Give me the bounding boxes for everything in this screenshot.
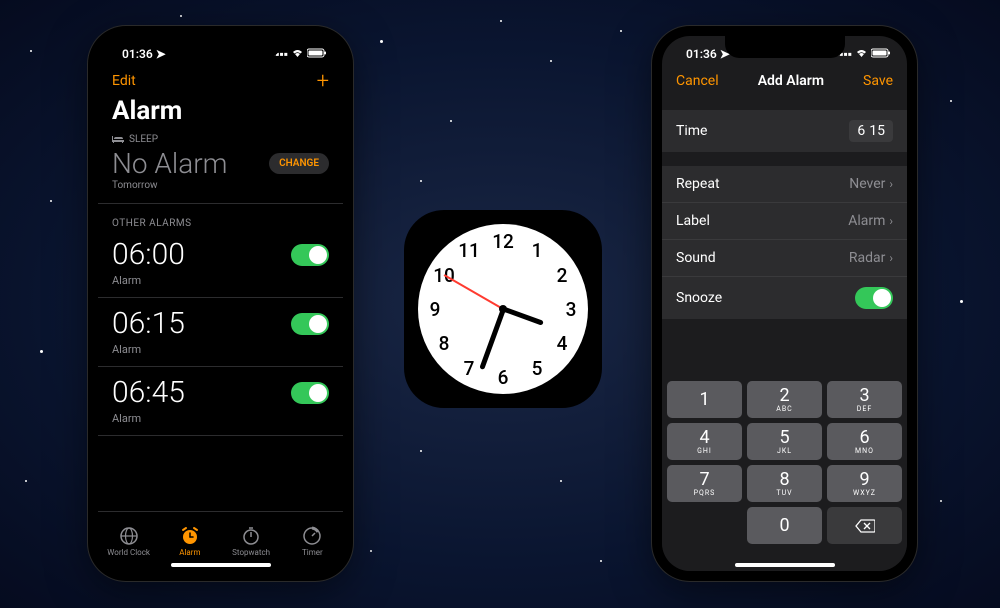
home-indicator[interactable] [735, 563, 835, 567]
nav-bar: Edit + [98, 66, 343, 96]
key-1[interactable]: 1 [667, 381, 742, 418]
key-9[interactable]: 9WXYZ [827, 465, 902, 502]
divider [98, 203, 343, 204]
key-2[interactable]: 2ABC [747, 381, 822, 418]
minute-hand [479, 308, 506, 370]
tomorrow-label: Tomorrow [98, 180, 343, 199]
modal-title: Add Alarm [758, 73, 824, 89]
alarm-item[interactable]: 06:45 Alarm [98, 371, 343, 440]
sound-row[interactable]: Sound Radar› [662, 240, 907, 277]
status-time: 01:36 [122, 47, 153, 61]
second-hand [444, 274, 504, 310]
key-4[interactable]: 4GHI [667, 423, 742, 460]
alarm-icon [180, 526, 200, 546]
hour-hand [502, 307, 543, 326]
time-label: Time [676, 123, 707, 139]
chevron-right-icon: › [889, 177, 893, 191]
alarm-item[interactable]: 06:15 Alarm [98, 302, 343, 371]
clock-face: 12 1 2 3 4 5 6 7 8 9 10 11 [418, 224, 588, 394]
chevron-right-icon: › [889, 251, 893, 265]
backspace-icon [855, 519, 875, 533]
alarm-label: Alarm [98, 343, 343, 362]
alarm-label: Alarm [98, 412, 343, 431]
save-button[interactable]: Save [863, 73, 893, 89]
notch [161, 36, 281, 58]
snooze-row: Snooze [662, 277, 907, 319]
key-0[interactable]: 0 [747, 507, 822, 544]
clock-center [499, 305, 507, 313]
alarm-label: Alarm [98, 274, 343, 293]
sleep-section-label: Sleep [129, 134, 158, 145]
other-alarms-label: OTHER ALARMS [98, 208, 343, 233]
alarm-time: 06:00 [112, 237, 185, 272]
phone-alarm-list: 01:36 ➤ ▪▪▪▪ Edit + Alarm Sleep No Alarm… [88, 26, 353, 581]
alarm-item[interactable]: 06:00 Alarm [98, 233, 343, 302]
alarm-toggle[interactable] [291, 244, 329, 266]
battery-icon [307, 47, 327, 61]
numpad: 1 2ABC 3DEF 4GHI 5JKL 6MNO 7PQRS 8TUV 9W… [662, 376, 907, 549]
change-button[interactable]: CHANGE [269, 153, 329, 174]
repeat-row[interactable]: Repeat Never› [662, 166, 907, 203]
key-6[interactable]: 6MNO [827, 423, 902, 460]
tab-world-clock[interactable]: World Clock [98, 512, 159, 571]
wifi-icon [291, 47, 304, 61]
key-8[interactable]: 8TUV [747, 465, 822, 502]
key-3[interactable]: 3DEF [827, 381, 902, 418]
wifi-icon [855, 47, 868, 61]
key-backspace[interactable] [827, 507, 902, 544]
key-7[interactable]: 7PQRS [667, 465, 742, 502]
key-5[interactable]: 5JKL [747, 423, 822, 460]
alarm-time: 06:45 [112, 375, 185, 410]
options-group: Repeat Never› Label Alarm› Sound Radar› … [662, 166, 907, 319]
no-alarm-text: No Alarm [112, 147, 227, 180]
label-row[interactable]: Label Alarm› [662, 203, 907, 240]
key-empty [667, 507, 742, 544]
cancel-button[interactable]: Cancel [676, 73, 719, 89]
alarm-toggle[interactable] [291, 382, 329, 404]
alarm-time: 06:15 [112, 306, 185, 341]
add-alarm-button[interactable]: + [317, 69, 329, 94]
timer-icon [302, 526, 322, 546]
clock-app-icon: 12 1 2 3 4 5 6 7 8 9 10 11 [404, 210, 602, 408]
alarm-toggle[interactable] [291, 313, 329, 335]
page-title: Alarm [98, 96, 343, 132]
notch [725, 36, 845, 58]
nav-bar: Cancel Add Alarm Save [662, 66, 907, 96]
home-indicator[interactable] [171, 563, 271, 567]
status-time: 01:36 [686, 47, 717, 61]
tab-bar: World Clock Alarm Stopwatch Timer [98, 511, 343, 571]
tab-timer[interactable]: Timer [282, 512, 343, 571]
chevron-right-icon: › [889, 214, 893, 228]
edit-button[interactable]: Edit [112, 73, 136, 89]
time-value[interactable]: 615 [849, 120, 893, 142]
stopwatch-icon [241, 526, 261, 546]
battery-icon [871, 47, 891, 61]
bed-icon [112, 136, 124, 144]
phone-add-alarm: 01:36 ➤ ▪▪▪▪ Cancel Add Alarm Save Time … [652, 26, 917, 581]
snooze-toggle[interactable] [855, 287, 893, 309]
globe-icon [119, 526, 139, 546]
time-group: Time 615 [662, 110, 907, 152]
